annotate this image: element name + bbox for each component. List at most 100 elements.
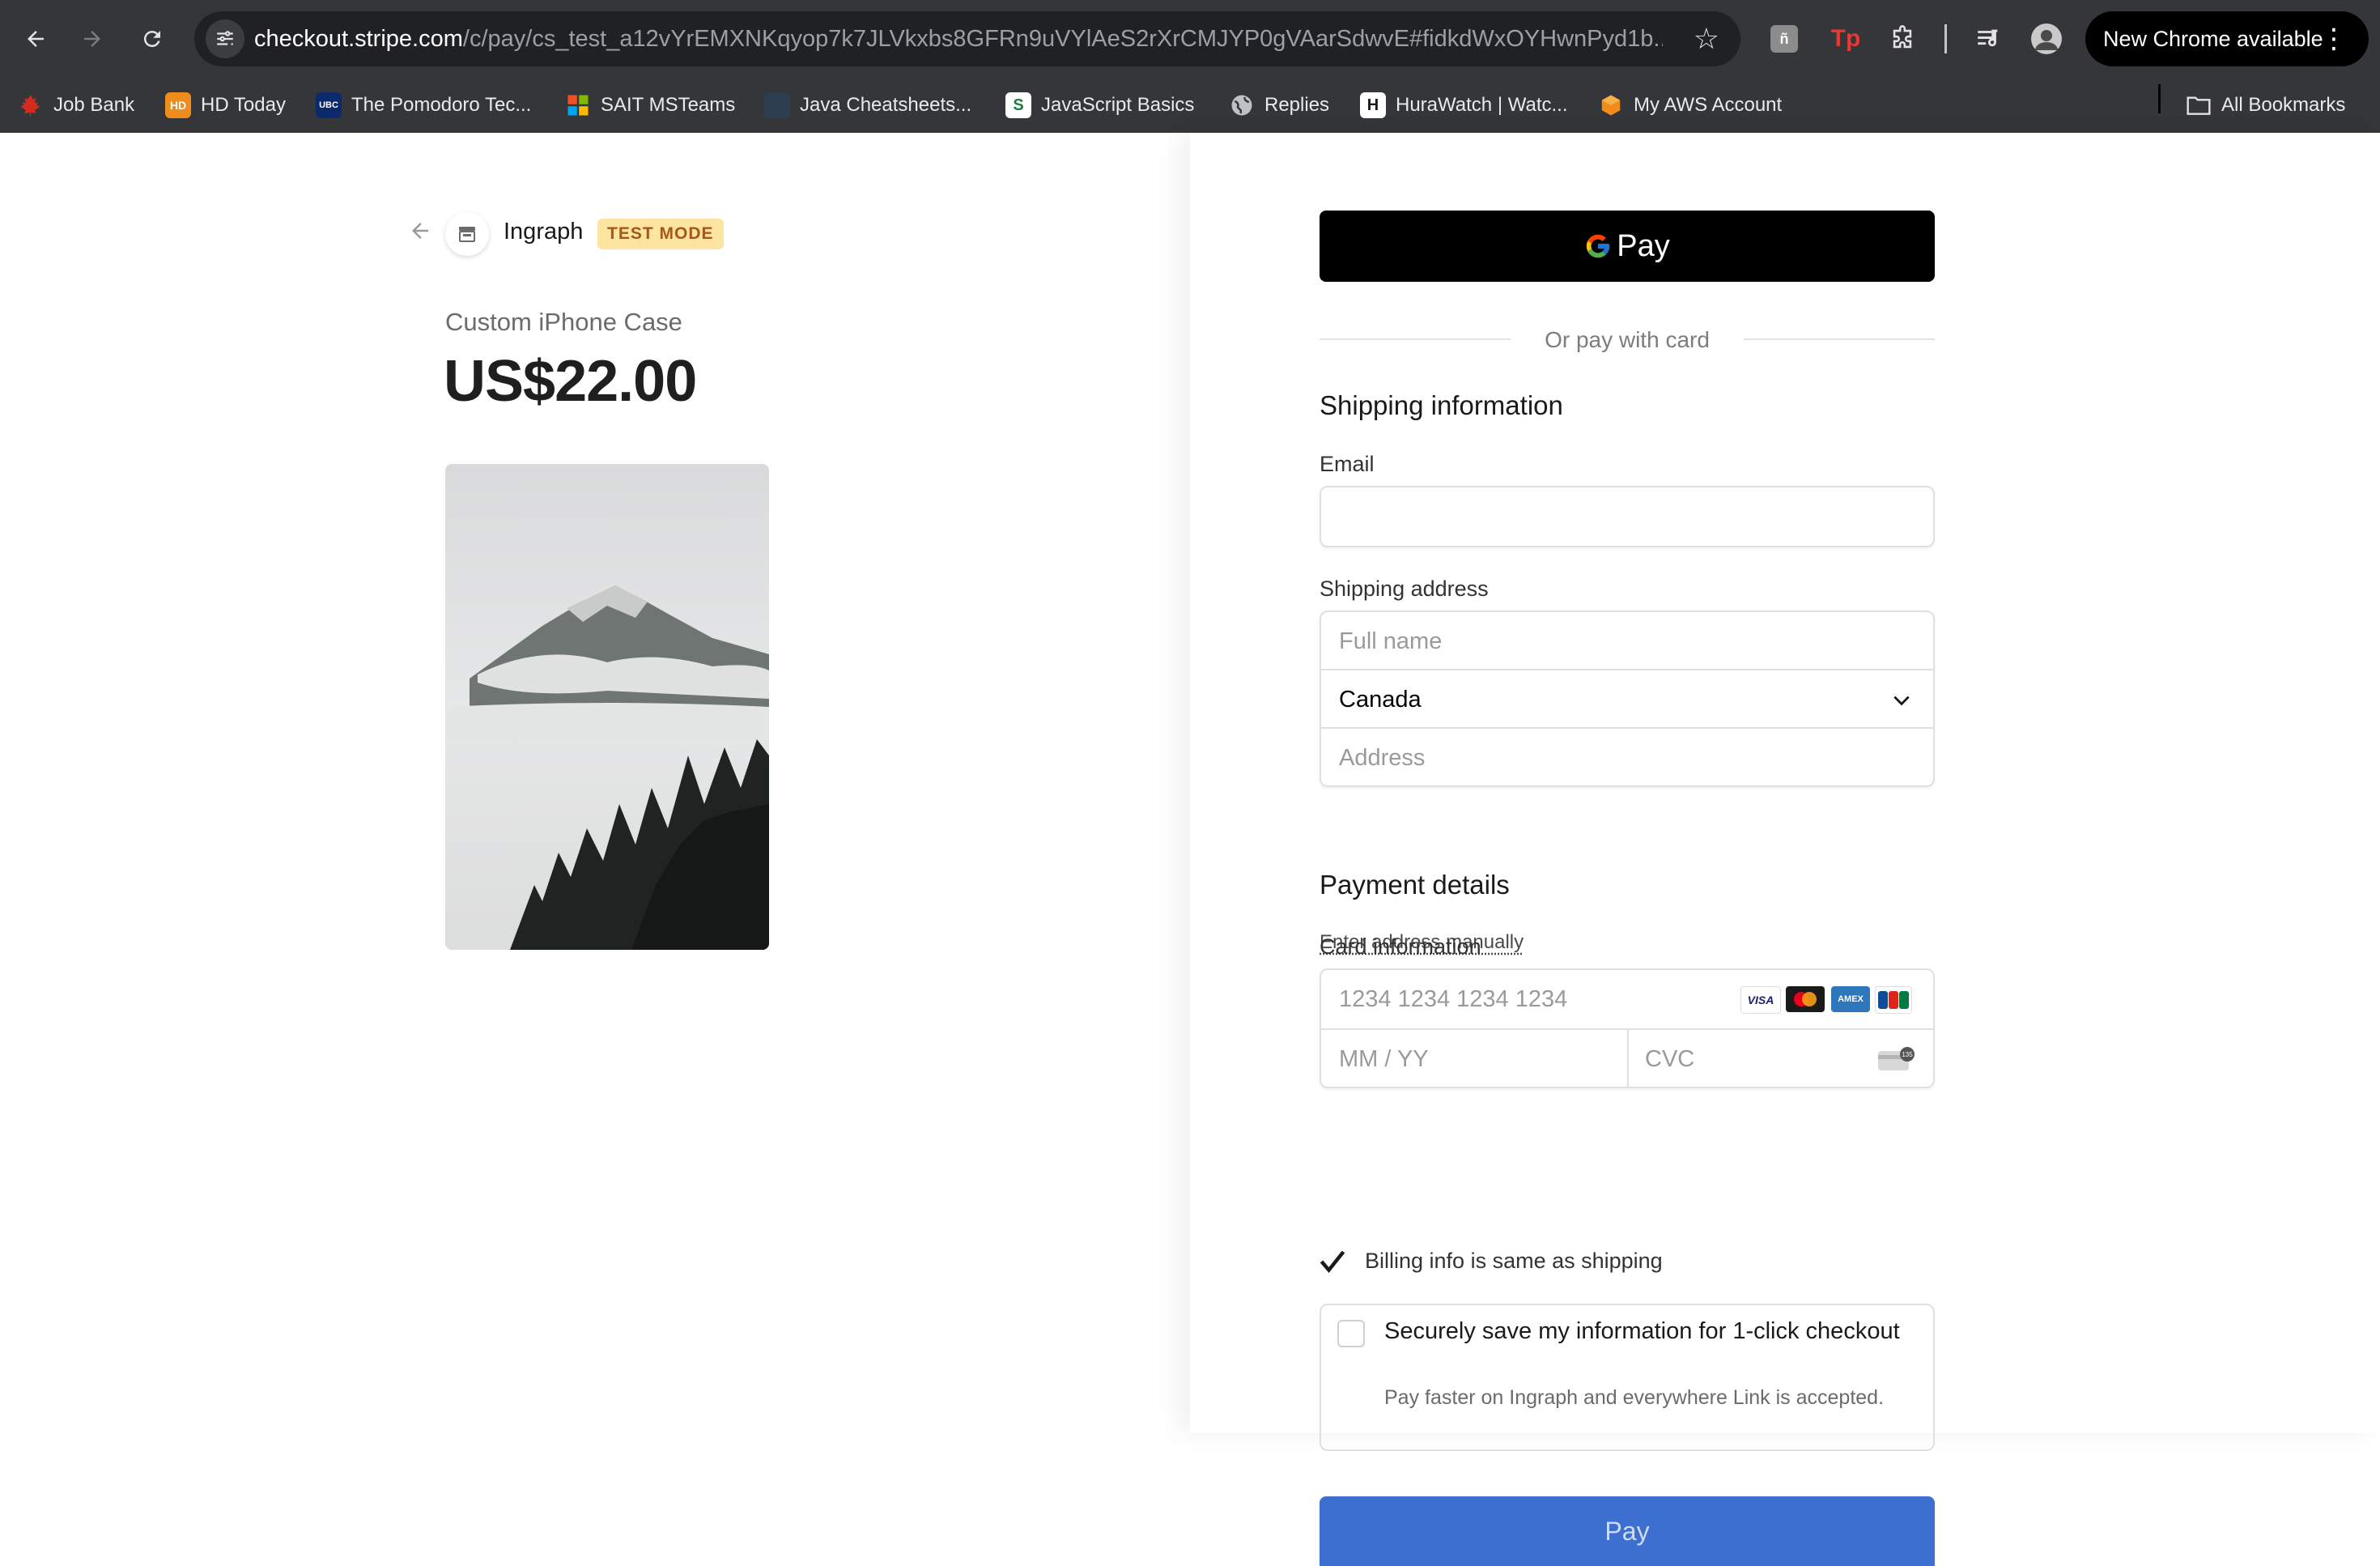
bookmark-hd-today[interactable]: HD HD Today [165, 78, 286, 133]
reload-icon [143, 31, 160, 48]
hd-icon: HD [165, 92, 191, 118]
save-info-box: Securely save my information for 1-click… [1320, 1304, 1935, 1451]
url-text[interactable]: checkout.stripe.com/c/pay/cs_test_a12vYr… [254, 11, 1663, 66]
url-host: checkout.stripe.com [254, 26, 463, 52]
bookmark-hurawatch[interactable]: H HuraWatch | Watc... [1360, 78, 1568, 133]
bookmark-label: SAIT MSTeams [601, 94, 736, 116]
merchant-name: Ingraph [504, 219, 584, 245]
ubc-icon: UBC [316, 92, 342, 118]
forward-button[interactable] [73, 19, 112, 58]
new-chrome-label: New Chrome available [2103, 27, 2323, 51]
shipping-address-label: Shipping address [1320, 577, 1489, 601]
h-icon: H [1360, 92, 1386, 118]
save-info-title: Securely save my information for 1-click… [1384, 1318, 1900, 1344]
card-field-divider [1627, 1030, 1629, 1087]
address-field[interactable]: Address [1321, 729, 1933, 785]
back-to-store-icon[interactable] [408, 219, 432, 250]
or-pay-with-card-text: Or pay with card [1527, 327, 1728, 352]
folder-icon [2186, 92, 2212, 118]
country-select[interactable]: Canada [1321, 670, 1933, 729]
google-pay-button[interactable]: Pay [1320, 211, 1935, 282]
mastercard-icon [1786, 986, 1825, 1012]
url-path: /c/pay/cs_test_a12vYrEMXNKqyop7k7JLVkxbs… [462, 26, 1663, 52]
amex-icon: AMEX [1831, 986, 1870, 1012]
google-pay-label: Pay [1617, 228, 1670, 263]
card-number-field[interactable]: 1234 1234 1234 1234 VISA AMEX [1321, 970, 1933, 1030]
puzzle-extensions-icon[interactable] [1885, 21, 1920, 57]
jcb-icon [1875, 986, 1912, 1014]
bookmark-label: HD Today [201, 94, 286, 116]
tune-icon [217, 31, 233, 45]
bookmark-label: My AWS Account [1634, 94, 1783, 116]
cvc-placeholder: CVC [1645, 1046, 1695, 1072]
test-mode-badge: TEST MODE [597, 219, 724, 249]
site-info-button[interactable] [206, 19, 244, 58]
microsoft-icon [565, 92, 591, 118]
product-price: US$22.00 [444, 349, 697, 414]
toolbar-divider [1944, 24, 1947, 53]
bookmarks-bar: Job Bank HD HD Today UBC The Pomodoro Te… [0, 78, 2380, 134]
bookmark-label: The Pomodoro Tec... [351, 94, 532, 116]
extension-icon-gray[interactable]: ñ [1766, 21, 1802, 57]
cvc-card-icon: 135 [1876, 1046, 1915, 1078]
maple-leaf-icon [18, 92, 44, 118]
expiry-field[interactable]: MM / YY [1339, 1030, 1429, 1088]
bookmark-javascript-basics[interactable]: S JavaScript Basics [1005, 78, 1194, 133]
chevron-down-icon [1891, 670, 1912, 729]
payment-details-title: Payment details [1320, 870, 1510, 900]
bookmark-label: Replies [1264, 94, 1330, 116]
page-icon [764, 92, 790, 118]
shipping-address-group: Full name Canada Address [1320, 611, 1935, 787]
billing-same-label: Billing info is same as shipping [1365, 1249, 1663, 1273]
profile-avatar[interactable] [2029, 21, 2064, 57]
reload-button[interactable] [133, 19, 172, 58]
country-value: Canada [1339, 687, 1422, 713]
bookmark-label: Job Bank [53, 94, 135, 116]
email-field[interactable] [1320, 486, 1935, 547]
tp-extension-icon[interactable]: Tp [1828, 21, 1864, 57]
all-bookmarks[interactable]: All Bookmarks [2186, 78, 2345, 133]
full-name-placeholder: Full name [1339, 628, 1443, 654]
card-information-group: 1234 1234 1234 1234 VISA AMEX MM / YY CV… [1320, 968, 1935, 1088]
checkout-page: Ingraph TEST MODE Custom iPhone Case US$… [0, 133, 2380, 1566]
globe-icon [1229, 92, 1255, 118]
full-name-field[interactable]: Full name [1321, 612, 1933, 670]
new-chrome-available-button[interactable]: New Chrome available ⋮ [2085, 11, 2369, 66]
card-information-label: Card information [1320, 934, 1481, 959]
back-arrow-icon [28, 31, 44, 47]
aws-icon [1598, 92, 1624, 118]
bookmark-pomodoro[interactable]: UBC The Pomodoro Tec... [316, 78, 531, 133]
bookmark-label: Java Cheatsheets... [800, 94, 972, 116]
browser-toolbar: checkout.stripe.com/c/pay/cs_test_a12vYr… [0, 0, 2380, 78]
bookmark-star-icon[interactable]: ☆ [1694, 21, 1719, 57]
expiry-placeholder: MM / YY [1339, 1046, 1429, 1072]
cvc-field[interactable]: CVC [1645, 1030, 1694, 1088]
bookmark-replies[interactable]: Replies [1229, 78, 1329, 133]
bookmark-job-bank[interactable]: Job Bank [18, 78, 134, 133]
or-pay-with-card: Or pay with card [1320, 327, 1935, 353]
product-name: Custom iPhone Case [445, 308, 682, 336]
save-info-description: Pay faster on Ingraph and everywhere Lin… [1384, 1386, 1885, 1409]
billing-same-checkbox[interactable] [1318, 1247, 1347, 1276]
back-button[interactable] [16, 19, 55, 58]
store-icon [445, 212, 489, 256]
google-g-icon [1587, 234, 1610, 258]
bookmark-java-cheatsheets[interactable]: Java Cheatsheets... [764, 78, 971, 133]
pay-button[interactable]: Pay [1320, 1496, 1935, 1566]
bookmark-label: HuraWatch | Watc... [1396, 94, 1568, 116]
card-number-placeholder: 1234 1234 1234 1234 [1339, 986, 1568, 1012]
bookmark-sait-msteams[interactable]: SAIT MSTeams [565, 78, 735, 133]
shipping-info-title: Shipping information [1320, 390, 1563, 420]
bookmark-label: JavaScript Basics [1041, 94, 1195, 116]
s-icon: S [1005, 92, 1031, 118]
product-image [445, 464, 769, 950]
email-label: Email [1320, 452, 1375, 476]
bookmark-aws-account[interactable]: My AWS Account [1598, 78, 1782, 133]
svg-text:135: 135 [1902, 1051, 1913, 1058]
more-menu-icon: ⋮ [2320, 23, 2348, 54]
all-bookmarks-label: All Bookmarks [2221, 94, 2346, 116]
media-control-icon[interactable] [1970, 21, 2006, 57]
save-info-checkbox[interactable] [1337, 1320, 1365, 1347]
address-bar[interactable]: checkout.stripe.com/c/pay/cs_test_a12vYr… [194, 11, 1740, 66]
visa-icon: VISA [1740, 986, 1781, 1014]
